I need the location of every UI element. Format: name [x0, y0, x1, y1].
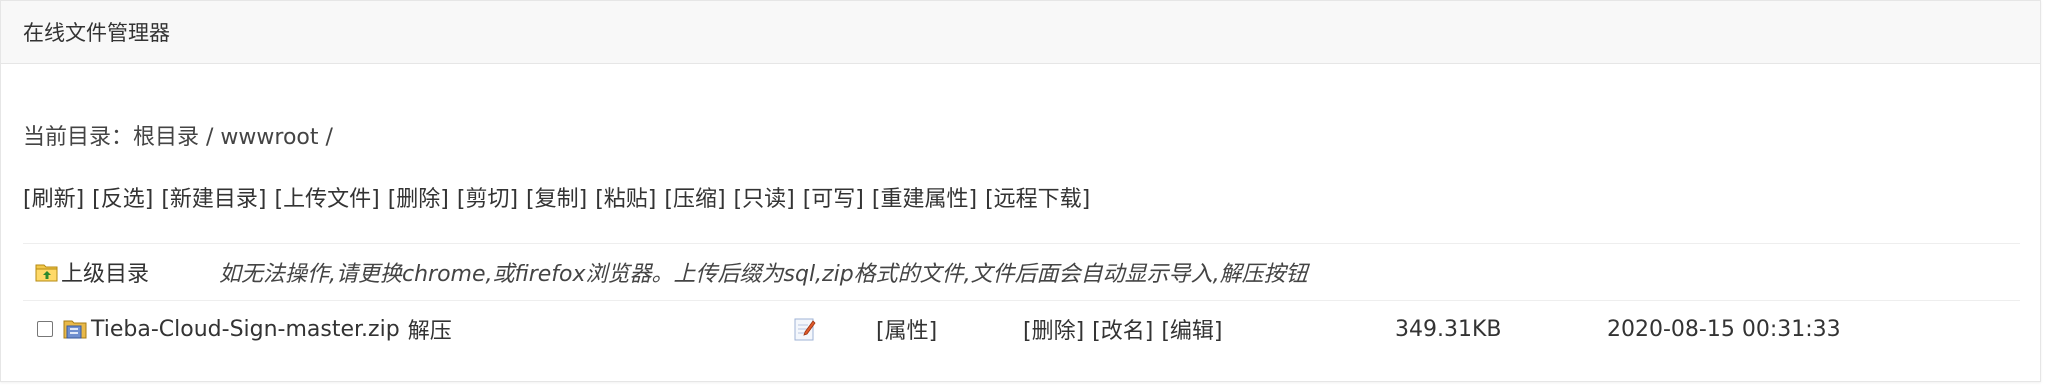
compress-button[interactable]: [压缩] — [664, 181, 725, 213]
parent-dir-label: 上级目录 — [61, 262, 150, 287]
writable-button[interactable]: [可写] — [803, 181, 864, 213]
paste-button[interactable]: [粘贴] — [595, 181, 656, 213]
parent-dir-row: 上级目录 如无法操作,请更换chrome,或firefox浏览器。上传后缀为sq… — [23, 244, 2020, 301]
new-folder-button[interactable]: [新建目录] — [161, 181, 266, 213]
remote-download-button[interactable]: [远程下载] — [985, 181, 1090, 213]
file-size: 349.31KB — [1395, 316, 1502, 342]
edit-pencil-icon[interactable] — [793, 316, 817, 342]
copy-button[interactable]: [复制] — [526, 181, 587, 213]
refresh-button[interactable]: [刷新] — [23, 181, 84, 213]
folder-up-icon — [35, 264, 58, 282]
cut-button[interactable]: [剪切] — [457, 181, 518, 213]
file-rename-button[interactable]: [改名] — [1092, 313, 1153, 345]
file-name-link[interactable]: Tieba-Cloud-Sign-master.zip — [91, 317, 400, 342]
file-select-checkbox[interactable] — [37, 321, 53, 337]
file-manager-panel: 在线文件管理器 当前目录：根目录 / wwwroot / [刷新] [反选] [新建… — [0, 0, 2041, 382]
extract-button[interactable]: 解压 — [408, 313, 452, 345]
readonly-button[interactable]: [只读] — [734, 181, 795, 213]
file-edit-button[interactable]: [编辑] — [1161, 313, 1222, 345]
properties-button[interactable]: [属性] — [876, 313, 937, 345]
file-modified-time: 2020-08-15 00:31:33 — [1607, 316, 1841, 342]
delete-button[interactable]: [删除] — [388, 181, 449, 213]
panel-header: 在线文件管理器 — [1, 1, 2040, 64]
toolbar: [刷新] [反选] [新建目录] [上传文件] [删除] [剪切] [复制] [粘贴] [压缩]… — [23, 181, 1098, 213]
page-title: 在线文件管理器 — [23, 21, 170, 45]
upload-file-button[interactable]: [上传文件] — [275, 181, 380, 213]
rebuild-attributes-button[interactable]: [重建属性] — [872, 181, 977, 213]
invert-select-button[interactable]: [反选] — [92, 181, 153, 213]
current-path: 当前目录：根目录 / wwwroot / — [23, 125, 333, 150]
parent-dir-link[interactable]: 上级目录 — [35, 244, 149, 300]
browser-notice: 如无法操作,请更换chrome,或firefox浏览器。上传后缀为sql,zip… — [219, 262, 1308, 287]
file-row: Tieba-Cloud-Sign-master.zip 解压 [属性] [删除]… — [23, 301, 2020, 357]
file-delete-button[interactable]: [删除] — [1023, 313, 1084, 345]
zip-file-icon — [63, 320, 87, 339]
